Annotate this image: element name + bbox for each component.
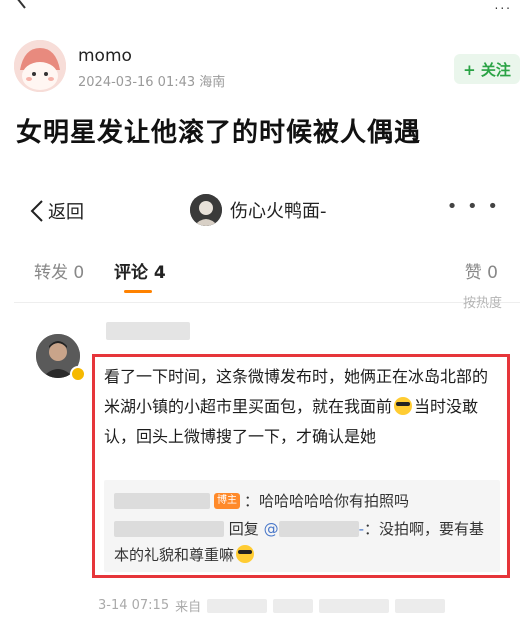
mention-blurred	[278, 521, 359, 537]
embed-back-label: 返回	[48, 202, 84, 223]
comment-source-prefix: 来自	[175, 600, 202, 615]
comment-footer: 3-14 07:15 来自	[98, 596, 446, 615]
mention-prefix[interactable]: @	[264, 520, 279, 538]
active-tab-indicator	[124, 290, 152, 293]
sort-toggle[interactable]: 按热度	[463, 292, 502, 311]
reply-author-blurred	[114, 521, 224, 537]
verified-badge-icon	[70, 366, 86, 382]
top-strip: ...	[0, 0, 528, 18]
embed-more-icon[interactable]: • • •	[447, 196, 500, 217]
footer-blurred	[207, 598, 268, 613]
op-badge: 博主	[214, 492, 240, 509]
avatar[interactable]	[14, 40, 66, 92]
embed-back-button[interactable]: 返回	[30, 198, 84, 224]
tab-comments[interactable]: 评论 4	[114, 258, 166, 283]
post-meta: 2024-03-16 01:43 海南	[78, 71, 225, 90]
tab-reposts[interactable]: 转发 0	[34, 258, 84, 283]
footer-blurred	[319, 598, 390, 613]
footer-blurred	[273, 598, 314, 613]
tab-likes[interactable]: 赞 0	[465, 258, 498, 283]
comment-timestamp: 3-14 07:15	[98, 598, 170, 613]
reply-item: 回复 @ -：没拍啊，要有基本的礼貌和尊重嘛	[114, 516, 494, 568]
avatar-illustration-icon	[14, 40, 66, 92]
post-title: 女明星发让他滚了的时候被人偶遇	[16, 118, 422, 148]
embedded-screenshot: 返回 伤心火鸭面- • • • 转发 0 评论 4 赞 0 按热度 看了一下时间…	[14, 176, 520, 632]
commenter-name-blurred	[106, 322, 190, 340]
embed-user-avatar	[190, 194, 222, 226]
back-icon[interactable]	[10, 0, 34, 10]
post-date: 2024-03-16 01:43	[78, 75, 196, 90]
author-row: momo 2024-03-16 01:43 海南 + 关注	[14, 40, 520, 92]
reply-item: 博主 ：哈哈哈哈哈你有拍照吗	[114, 490, 409, 511]
sunglasses-emoji-icon	[236, 545, 255, 563]
sunglasses-emoji-icon	[394, 397, 413, 415]
more-icon[interactable]: ...	[495, 0, 512, 12]
reply-thread[interactable]: 博主 ：哈哈哈哈哈你有拍照吗 回复 @ -：没拍啊，要有基本的礼貌和尊重嘛	[104, 480, 500, 572]
divider	[14, 302, 520, 303]
user-avatar-icon	[190, 194, 222, 226]
reply-author-blurred	[114, 492, 210, 509]
follow-button[interactable]: + 关注	[454, 54, 520, 84]
embed-user[interactable]: 伤心火鸭面-	[190, 194, 327, 226]
post-location: 海南	[199, 75, 226, 90]
embed-user-name: 伤心火鸭面-	[230, 201, 327, 222]
embed-header: 返回 伤心火鸭面- • • •	[14, 176, 520, 246]
comment-text: 看了一下时间，这条微博发布时，她俩正在冰岛北部的米湖小镇的小超市里买面包，就在我…	[104, 362, 500, 452]
tab-row: 转发 0 评论 4 赞 0	[14, 254, 520, 294]
reply-text: ：哈哈哈哈哈你有拍照吗	[244, 492, 410, 510]
author-name[interactable]: momo	[78, 46, 132, 66]
footer-blurred	[395, 598, 446, 613]
reply-word: 回复	[228, 520, 259, 538]
chevron-left-icon	[30, 200, 43, 222]
